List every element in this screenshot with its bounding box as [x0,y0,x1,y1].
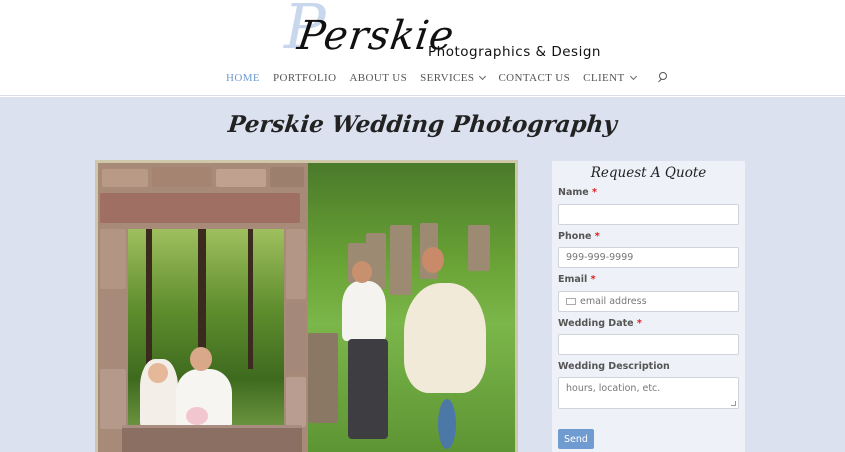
nav-home-label: HOME [226,72,260,84]
quote-form: Request A Quote Name * Phone * 999-999-9… [552,161,745,452]
email-label: Email * [558,274,596,285]
site-header: P Perskie Photographics & Design HOME PO… [0,0,845,96]
phone-label-text: Phone [558,231,592,242]
search-icon[interactable] [657,72,669,84]
required-mark: * [590,274,596,285]
required-mark: * [592,187,597,198]
nav-client-label: CLIENT [583,72,625,84]
nav-contact-us-label: CONTACT US [498,72,571,84]
nav-services-label: SERVICES [420,72,475,84]
form-title: Request A Quote [590,165,707,181]
phone-label: Phone * [558,231,600,242]
wedding-description-label-text: Wedding Description [558,361,670,372]
name-label: Name * [558,187,597,198]
phone-input[interactable]: 999-999-9999 [558,247,739,268]
email-input[interactable]: email address [558,291,739,312]
wedding-photo [95,160,518,452]
phone-placeholder: 999-999-9999 [566,252,634,263]
nav-home[interactable]: HOME [226,72,260,84]
chevron-down-icon [629,72,637,81]
required-mark: * [636,318,642,329]
cycling-couple-scene [308,163,515,452]
nav-portfolio-label: PORTFOLIO [273,72,337,84]
site-logo[interactable]: P Perskie Photographics & Design [284,0,600,64]
email-label-text: Email [558,274,588,285]
main-nav: HOME PORTFOLIO ABOUT US SERVICES CONTACT… [226,70,669,86]
nav-portfolio[interactable]: PORTFOLIO [273,72,336,84]
stone-wall [98,163,308,452]
nav-services[interactable]: SERVICES [420,72,487,84]
wedding-description-label: Wedding Description [558,361,670,372]
send-button[interactable]: Send [558,429,594,449]
logo-subtitle: Photographics & Design [428,44,601,60]
name-input[interactable] [558,204,739,225]
stone-ledge [122,425,302,452]
wedding-date-label: Wedding Date * [558,318,642,329]
page-title: Perskie Wedding Photography [226,111,619,138]
wedding-date-input[interactable] [558,334,739,355]
wedding-description-placeholder: hours, location, etc. [566,383,661,394]
resize-handle-icon[interactable] [731,401,736,406]
forest-view [128,229,284,429]
name-label-text: Name [558,187,589,198]
nav-about-us-label: ABOUT US [349,72,408,84]
wedding-date-label-text: Wedding Date [558,318,634,329]
required-mark: * [594,231,600,242]
nav-contact-us[interactable]: CONTACT US [498,72,570,84]
chevron-down-icon [479,72,487,81]
wedding-description-textarea[interactable]: hours, location, etc. [558,377,739,409]
nav-about-us[interactable]: ABOUT US [349,72,407,84]
envelope-icon [566,298,576,305]
main-content: Perskie Wedding Photography Request A Qu… [0,97,845,452]
email-placeholder: email address [580,296,647,307]
nav-client[interactable]: CLIENT [583,72,637,84]
